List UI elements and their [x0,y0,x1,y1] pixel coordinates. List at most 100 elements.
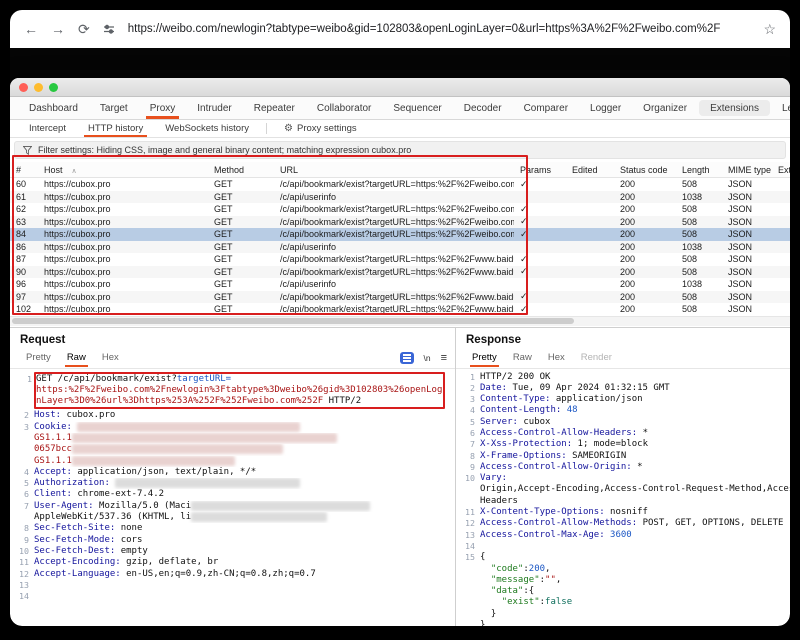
response-editor[interactable]: 1HTTP/2 200 OK2Date: Tue, 09 Apr 2024 01… [456,369,790,627]
column-header-length[interactable]: Length [676,165,722,175]
request-tab-hex[interactable]: Hex [94,349,127,366]
line-content: "code":200, [480,564,790,575]
line-content: Server: cubox [480,417,790,428]
forward-icon[interactable]: → [51,22,65,36]
tab-repeater[interactable]: Repeater [243,97,306,119]
weibo-page-background: DashboardTargetProxyIntruderRepeaterColl… [10,48,790,626]
back-icon[interactable]: ← [24,22,38,36]
table-row[interactable]: 96https://cubox.proGET/c/api/userinfo200… [10,278,790,291]
table-row[interactable]: 90https://cubox.proGET/c/api/bookmark/ex… [10,266,790,279]
response-tab-pretty[interactable]: Pretty [464,349,505,366]
request-panel-title: Request [10,328,455,348]
tab-learn[interactable]: Learn [771,97,790,119]
tab-intruder[interactable]: Intruder [186,97,242,119]
url-cell: /c/api/bookmark/exist?targetURL=https:%2… [274,204,514,214]
column-header-extension[interactable]: Extension [772,165,790,175]
response-tab-raw[interactable]: Raw [505,349,540,366]
tab-collaborator[interactable]: Collaborator [306,97,382,119]
subtab-intercept[interactable]: Intercept [18,120,77,137]
site-settings-icon[interactable] [103,23,115,35]
table-row[interactable]: 102https://cubox.proGET/c/api/bookmark/e… [10,303,790,316]
close-window-button[interactable] [19,83,28,92]
tab-organizer[interactable]: Organizer [632,97,698,119]
status-cell: 200 [614,304,676,314]
response-line: 3Content-Type: application/json [456,394,790,405]
column-header-status-code[interactable]: Status code [614,165,676,175]
word-wrap-icon[interactable] [400,352,414,364]
line-number: 11 [456,507,480,518]
message-editor-panels: Request PrettyRawHex\n≡ 1GET /c/api/book… [10,327,790,627]
line-content: { [480,552,790,563]
request-tab-pretty[interactable]: Pretty [18,349,59,366]
request-line: 12Accept-Language: en-US,en;q=0.9,zh-CN;… [10,569,453,580]
column-header-params[interactable]: Params [514,165,566,175]
bookmark-star-icon[interactable]: ☆ [763,21,776,38]
request-tab-raw[interactable]: Raw [59,349,94,366]
line-content: } [480,620,790,626]
table-row[interactable]: 63https://cubox.proGET/c/api/bookmark/ex… [10,216,790,229]
zoom-window-button[interactable] [49,83,58,92]
mime-cell: JSON [722,229,772,239]
show-newlines-toggle[interactable]: \n [423,353,430,363]
filter-settings-bar[interactable]: Filter settings: Hiding CSS, image and g… [14,141,786,159]
method-cell: GET [208,254,274,264]
table-row[interactable]: 84https://cubox.proGET/c/api/bookmark/ex… [10,228,790,241]
tab-dashboard[interactable]: Dashboard [18,97,89,119]
request-line: 3Cookie: xxxxxxxxxxxxxxxxxxxxxxxxxxxxxxx… [10,422,453,433]
tab-target[interactable]: Target [89,97,139,119]
response-line: "data":{ [456,586,790,597]
line-number: 10 [456,473,480,484]
length-cell: 1038 [676,242,722,252]
browser-window: ← → ⟳ https://weibo.com/newlogin?tabtype… [10,10,790,626]
table-row[interactable]: 97https://cubox.proGET/c/api/bookmark/ex… [10,291,790,304]
id-cell: 62 [10,204,38,214]
column-header-method[interactable]: Method [208,165,274,175]
tab-proxy[interactable]: Proxy [139,97,187,119]
column-header-edited[interactable]: Edited [566,165,614,175]
table-row[interactable]: 62https://cubox.proGET/c/api/bookmark/ex… [10,203,790,216]
table-row[interactable]: 60https://cubox.proGET/c/api/bookmark/ex… [10,178,790,191]
request-tabs: PrettyRawHex \n ≡ [10,348,455,369]
host-cell: https://cubox.pro [38,204,208,214]
method-cell: GET [208,292,274,302]
response-line: 12Access-Control-Allow-Methods: POST, GE… [456,518,790,529]
request-editor[interactable]: 1GET /c/api/bookmark/exist?targetURL=htt… [10,369,455,627]
column-header-[interactable]: # [10,165,38,175]
line-number: 7 [456,439,480,450]
reload-icon[interactable]: ⟳ [78,22,90,36]
id-cell: 61 [10,192,38,202]
column-header-host[interactable]: Host∧ [38,165,208,175]
line-content: Access-Control-Max-Age: 3600 [480,530,790,541]
host-cell: https://cubox.pro [38,254,208,264]
scrollbar-thumb[interactable] [12,318,574,324]
proxy-settings-label: Proxy settings [297,123,357,134]
subtab-websockets-history[interactable]: WebSockets history [154,120,260,137]
mime-cell: JSON [722,179,772,189]
tab-extensions[interactable]: Extensions [699,100,770,116]
id-cell: 84 [10,229,38,239]
response-line: 4Content-Length: 48 [456,405,790,416]
line-content: Access-Control-Allow-Origin: * [480,462,790,473]
address-bar-url[interactable]: https://weibo.com/newlogin?tabtype=weibo… [128,23,751,35]
tab-logger[interactable]: Logger [579,97,632,119]
minimize-window-button[interactable] [34,83,43,92]
method-cell: GET [208,279,274,289]
table-row[interactable]: 61https://cubox.proGET/c/api/userinfo200… [10,191,790,204]
tab-decoder[interactable]: Decoder [453,97,513,119]
table-row[interactable]: 86https://cubox.proGET/c/api/userinfo200… [10,241,790,254]
column-header-url[interactable]: URL [274,165,514,175]
column-header-mime-type[interactable]: MIME type [722,165,772,175]
http-history-table: #Host∧MethodURLParamsEditedStatus codeLe… [10,162,790,326]
proxy-settings-button[interactable]: ⚙Proxy settings [273,120,368,137]
table-horizontal-scrollbar[interactable] [10,316,790,326]
editor-menu-icon[interactable]: ≡ [441,352,447,364]
tab-comparer[interactable]: Comparer [513,97,579,119]
response-tab-render[interactable]: Render [573,349,620,366]
request-line: 5Authorization: xxxxxxxxxxxxxxxxxxxxxxxx… [10,478,453,489]
tab-sequencer[interactable]: Sequencer [382,97,452,119]
response-tab-hex[interactable]: Hex [540,349,573,366]
params-cell: ✓ [514,179,566,190]
status-cell: 200 [614,217,676,227]
subtab-http-history[interactable]: HTTP history [77,120,154,137]
table-row[interactable]: 87https://cubox.proGET/c/api/bookmark/ex… [10,253,790,266]
